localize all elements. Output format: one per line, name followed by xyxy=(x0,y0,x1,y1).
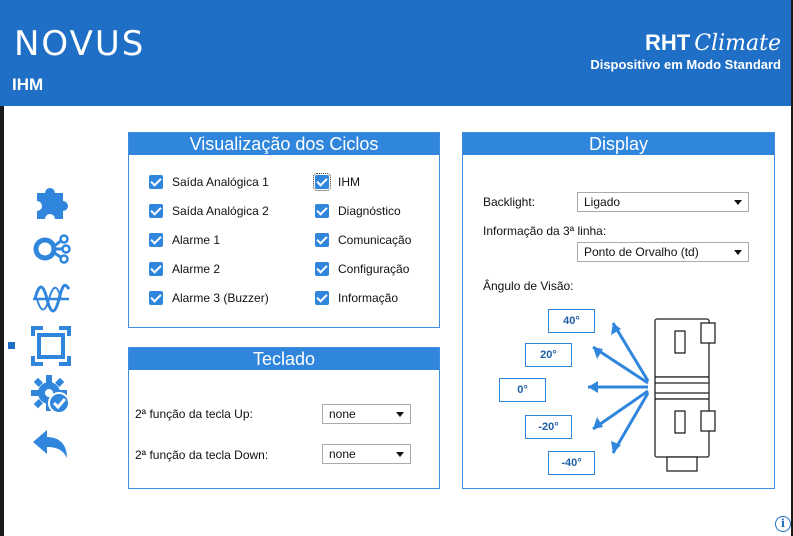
checkbox[interactable] xyxy=(315,291,329,305)
checkbox-row-alarme-3[interactable]: Alarme 3 (Buzzer) xyxy=(149,291,269,305)
down-key-value: none xyxy=(329,447,356,461)
checkbox[interactable] xyxy=(149,233,163,247)
display-panel: Display Backlight: Ligado Informação da … xyxy=(462,132,775,489)
down-key-select[interactable]: none xyxy=(322,444,411,464)
checkbox-label: Comunicação xyxy=(338,233,412,247)
backlight-label: Backlight: xyxy=(483,195,536,209)
product-suffix: Climate xyxy=(694,31,781,56)
line3-select[interactable]: Ponto de Orvalho (td) xyxy=(577,242,749,262)
product-name: RHT xyxy=(645,30,691,55)
chevron-down-icon xyxy=(396,411,404,417)
checkbox-label: Configuração xyxy=(338,262,410,276)
display-panel-title: Display xyxy=(463,133,774,155)
header: NOVUS IHM RHT Climate Dispositivo em Modo… xyxy=(0,0,793,106)
angle-box-minus-20: -20° xyxy=(525,415,572,439)
checkbox-row-alarme-1[interactable]: Alarme 1 xyxy=(149,233,220,247)
left-border xyxy=(0,106,4,536)
keypad-panel: Teclado 2ª função da tecla Up: none 2ª f… xyxy=(128,347,440,489)
up-key-label: 2ª função da tecla Up: xyxy=(135,407,253,421)
checkbox[interactable] xyxy=(149,204,163,218)
angle-label: Ângulo de Visão: xyxy=(483,279,574,293)
info-icon[interactable]: i xyxy=(775,516,791,532)
puzzle-icon[interactable] xyxy=(28,178,74,224)
settings-check-icon[interactable] xyxy=(28,372,74,418)
display-frame-icon[interactable] xyxy=(28,323,74,369)
angle-box-minus-40: -40° xyxy=(548,451,595,475)
checkbox[interactable] xyxy=(315,233,329,247)
checkbox-row-alarme-2[interactable]: Alarme 2 xyxy=(149,262,220,276)
checkbox-row-saida-analogica-1[interactable]: Saída Analógica 1 xyxy=(149,175,269,189)
checkbox-label: Alarme 1 xyxy=(172,233,221,247)
chevron-down-icon xyxy=(734,249,742,255)
checkbox[interactable] xyxy=(315,262,329,276)
product-info: RHT Climate Dispositivo em Modo Standard xyxy=(590,30,781,72)
line3-value: Ponto de Orvalho (td) xyxy=(584,245,699,259)
checkbox-row-configuracao[interactable]: Configuração xyxy=(315,262,409,276)
checkbox[interactable] xyxy=(313,173,331,191)
page: NOVUS IHM RHT Climate Dispositivo em Modo… xyxy=(0,0,793,536)
checkbox[interactable] xyxy=(315,204,329,218)
backlight-select[interactable]: Ligado xyxy=(577,192,749,212)
selected-marker xyxy=(8,342,15,349)
device-mode: Dispositivo em Modo Standard xyxy=(590,57,781,72)
checkbox-label: Informação xyxy=(338,291,399,305)
checkbox-label: Saída Analógica 2 xyxy=(172,204,269,218)
cycles-panel-title: Visualização dos Ciclos xyxy=(129,133,439,155)
angle-box-0: 0° xyxy=(499,378,546,402)
device-diagram xyxy=(588,318,716,472)
angle-box-40: 40° xyxy=(548,309,595,333)
checkbox-label: Saída Analógica 1 xyxy=(172,175,269,189)
chevron-down-icon xyxy=(734,199,742,205)
checkbox-label: Diagnóstico xyxy=(338,204,401,218)
angle-box-20: 20° xyxy=(525,343,572,367)
page-title: IHM xyxy=(12,75,44,94)
checkbox-label: Alarme 2 xyxy=(172,262,221,276)
network-nodes-icon[interactable] xyxy=(28,226,74,272)
checkbox-label: Alarme 3 (Buzzer) xyxy=(172,291,269,305)
novus-logo: NOVUS xyxy=(14,24,146,64)
back-arrow-icon[interactable] xyxy=(28,421,74,467)
keypad-panel-title: Teclado xyxy=(129,348,439,370)
line3-label: Informação da 3ª linha: xyxy=(483,224,607,238)
checkbox-row-comunicacao[interactable]: Comunicação xyxy=(315,233,411,247)
chevron-down-icon xyxy=(396,451,404,457)
checkbox-row-informacao[interactable]: Informação xyxy=(315,291,398,305)
down-key-label: 2ª função da tecla Down: xyxy=(135,448,269,462)
checkbox[interactable] xyxy=(149,262,163,276)
checkbox-row-diagnostico[interactable]: Diagnóstico xyxy=(315,204,401,218)
waveform-icon[interactable] xyxy=(28,274,74,320)
checkbox-row-ihm[interactable]: IHM xyxy=(313,173,360,191)
checkbox[interactable] xyxy=(149,175,163,189)
up-key-value: none xyxy=(329,407,356,421)
up-key-select[interactable]: none xyxy=(322,404,411,424)
backlight-value: Ligado xyxy=(584,195,621,209)
checkbox-row-saida-analogica-2[interactable]: Saída Analógica 2 xyxy=(149,204,269,218)
cycles-panel: Visualização dos Ciclos Saída Analógica … xyxy=(128,132,440,328)
checkbox-label: IHM xyxy=(338,175,360,189)
checkbox[interactable] xyxy=(149,291,163,305)
